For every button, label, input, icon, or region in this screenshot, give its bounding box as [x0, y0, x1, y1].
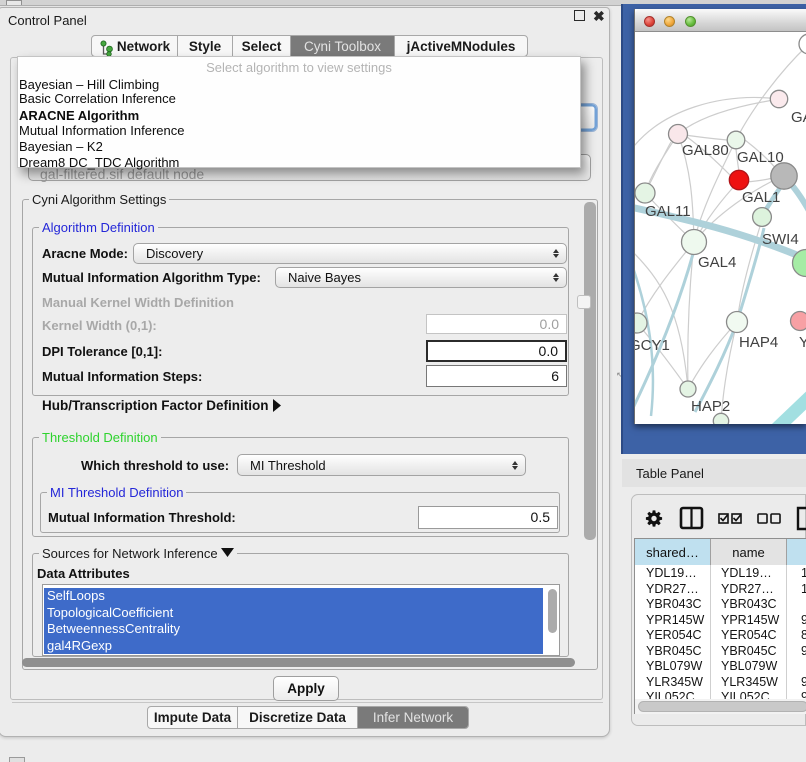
- svg-text:GAL80: GAL80: [682, 142, 729, 159]
- svg-text:HAP2: HAP2: [691, 398, 730, 415]
- svg-text:GAL: GAL: [791, 109, 806, 126]
- svg-text:GAL10: GAL10: [737, 149, 784, 166]
- svg-text:Y: Y: [799, 334, 806, 351]
- svg-text:GAL4: GAL4: [698, 254, 736, 271]
- svg-text:GAL1: GAL1: [742, 189, 780, 206]
- svg-text:GAL11: GAL11: [645, 203, 691, 220]
- svg-text:HAP4: HAP4: [739, 334, 778, 351]
- svg-text:SWI4: SWI4: [762, 231, 799, 248]
- svg-text:GCY1: GCY1: [635, 337, 670, 354]
